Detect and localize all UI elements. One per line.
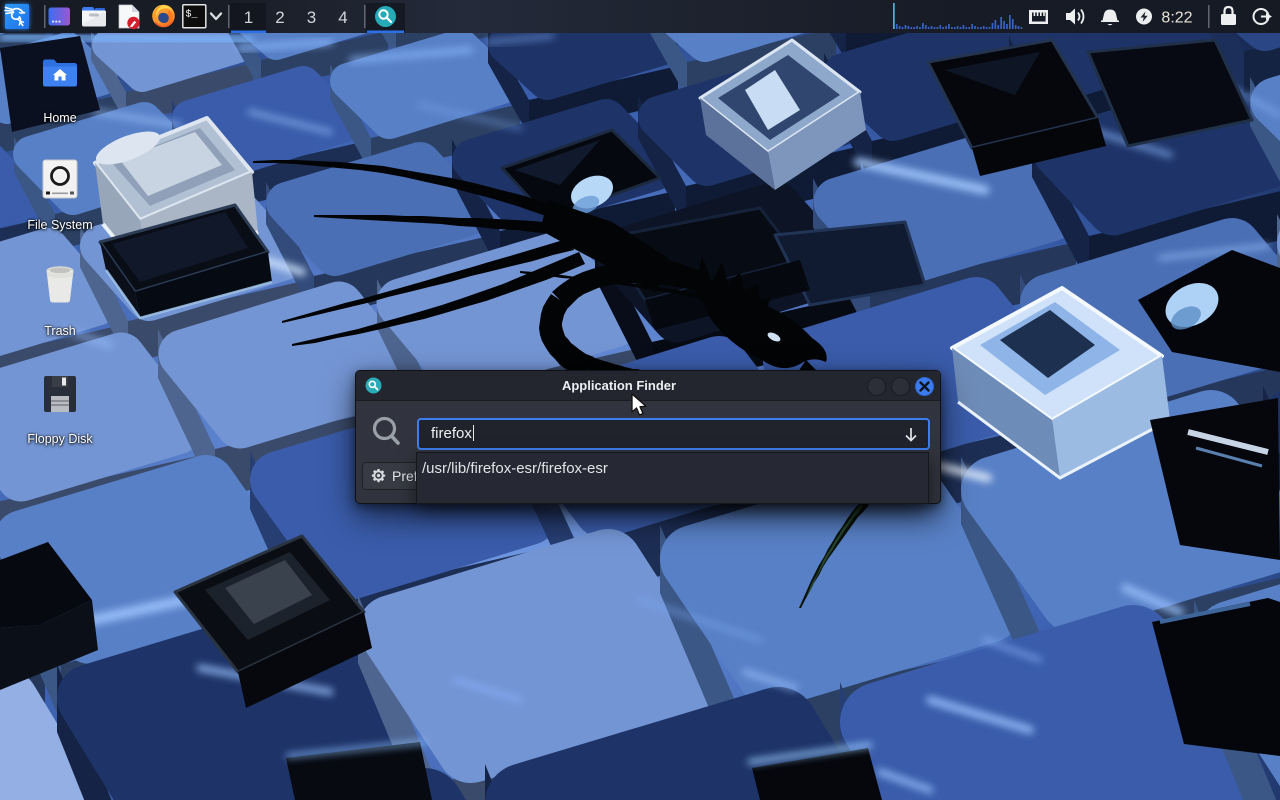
svg-text:8:22: 8:22 <box>1161 10 1192 27</box>
svg-text:$_: $_ <box>186 9 199 21</box>
svg-text:3: 3 <box>307 8 316 27</box>
svg-text:2: 2 <box>275 8 284 27</box>
svg-text:1: 1 <box>244 8 253 27</box>
svg-text:4: 4 <box>338 8 347 27</box>
